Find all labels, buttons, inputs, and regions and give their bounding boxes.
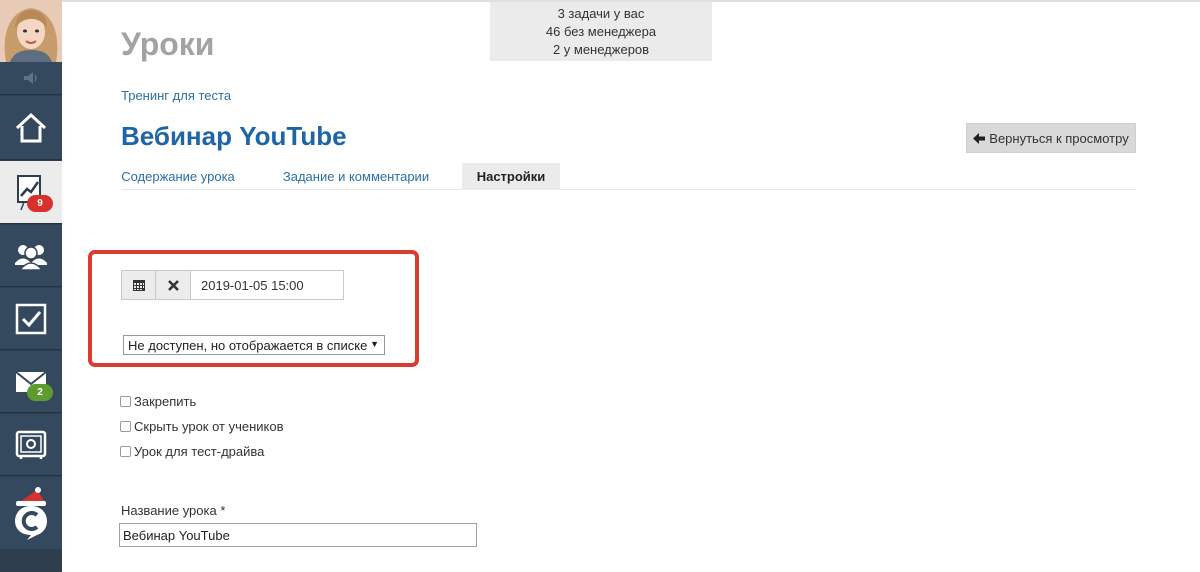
arrow-left-icon <box>973 132 986 144</box>
stats-without-manager: 46 без менеджера <box>545 24 657 39</box>
datetime-picker <box>121 270 344 300</box>
lesson-tabs: Содержание урока Задание и комментарии Н… <box>121 163 1136 190</box>
close-icon <box>167 279 179 291</box>
calendar-icon <box>132 280 145 291</box>
checkbox[interactable] <box>120 395 131 407</box>
brand-logo-icon <box>15 487 47 540</box>
checkbox-label: Урок для тест-драйва <box>134 443 265 459</box>
lesson-name-label: Название урока * <box>121 503 226 518</box>
checkbox[interactable] <box>120 445 131 457</box>
sidebar-item-brand[interactable] <box>0 477 62 549</box>
checkbox-label: Скрыть урок от учеников <box>134 418 284 434</box>
avatar[interactable] <box>0 0 62 62</box>
calendar-button[interactable] <box>121 270 156 300</box>
sidebar-item-safe[interactable] <box>0 414 62 476</box>
users-icon <box>15 244 47 271</box>
stats-with-managers: 2 у менеджеров <box>552 42 650 57</box>
tasks-icon <box>15 303 47 334</box>
checkbox-label: Закрепить <box>134 393 197 409</box>
sidebar-item-users[interactable] <box>0 225 62 287</box>
datetime-input[interactable] <box>191 270 344 300</box>
page-title: Уроки <box>121 26 215 62</box>
breadcrumb[interactable]: Тренинг для теста <box>121 88 231 103</box>
tab-content[interactable]: Содержание урока <box>121 163 235 190</box>
sidebar-item-home[interactable] <box>0 96 62 160</box>
sidebar-item-mail[interactable]: 2 <box>0 351 62 413</box>
clear-date-button[interactable] <box>156 270 191 300</box>
notification-badge: 2 <box>27 384 53 401</box>
home-icon <box>15 112 47 142</box>
stats-my-tasks: 3 задачи у вас <box>557 6 645 21</box>
checkbox-pin[interactable]: Закрепить <box>120 393 196 409</box>
sidebar-item-statistics[interactable]: 9 <box>0 161 62 224</box>
back-button-label: Вернуться к просмотру <box>989 130 1129 146</box>
dropdown-arrow-icon: ▼ <box>370 339 379 349</box>
notification-badge: 9 <box>27 195 53 212</box>
safe-icon <box>15 430 47 459</box>
availability-selected-value: Не доступен, но отображается в списке <box>128 337 368 353</box>
tab-assignment[interactable]: Задание и комментарии <box>281 163 431 190</box>
checkbox-hide-from-students[interactable]: Скрыть урок от учеников <box>120 418 284 434</box>
checkbox[interactable] <box>120 420 131 432</box>
speaker-icon[interactable] <box>0 62 62 95</box>
availability-select[interactable]: Не доступен, но отображается в списке ▼ <box>123 335 385 355</box>
lesson-name-input[interactable] <box>119 523 477 547</box>
checkbox-test-drive[interactable]: Урок для тест-драйва <box>120 443 264 459</box>
back-to-view-button[interactable]: Вернуться к просмотру <box>966 123 1136 153</box>
sidebar: 9 2 <box>0 0 62 572</box>
tab-settings[interactable]: Настройки <box>462 163 560 190</box>
sidebar-item-tasks[interactable] <box>0 288 62 350</box>
stats-summary: 3 задачи у вас 46 без менеджера 2 у мене… <box>490 2 712 61</box>
lesson-title: Вебинар YouTube <box>121 121 347 151</box>
